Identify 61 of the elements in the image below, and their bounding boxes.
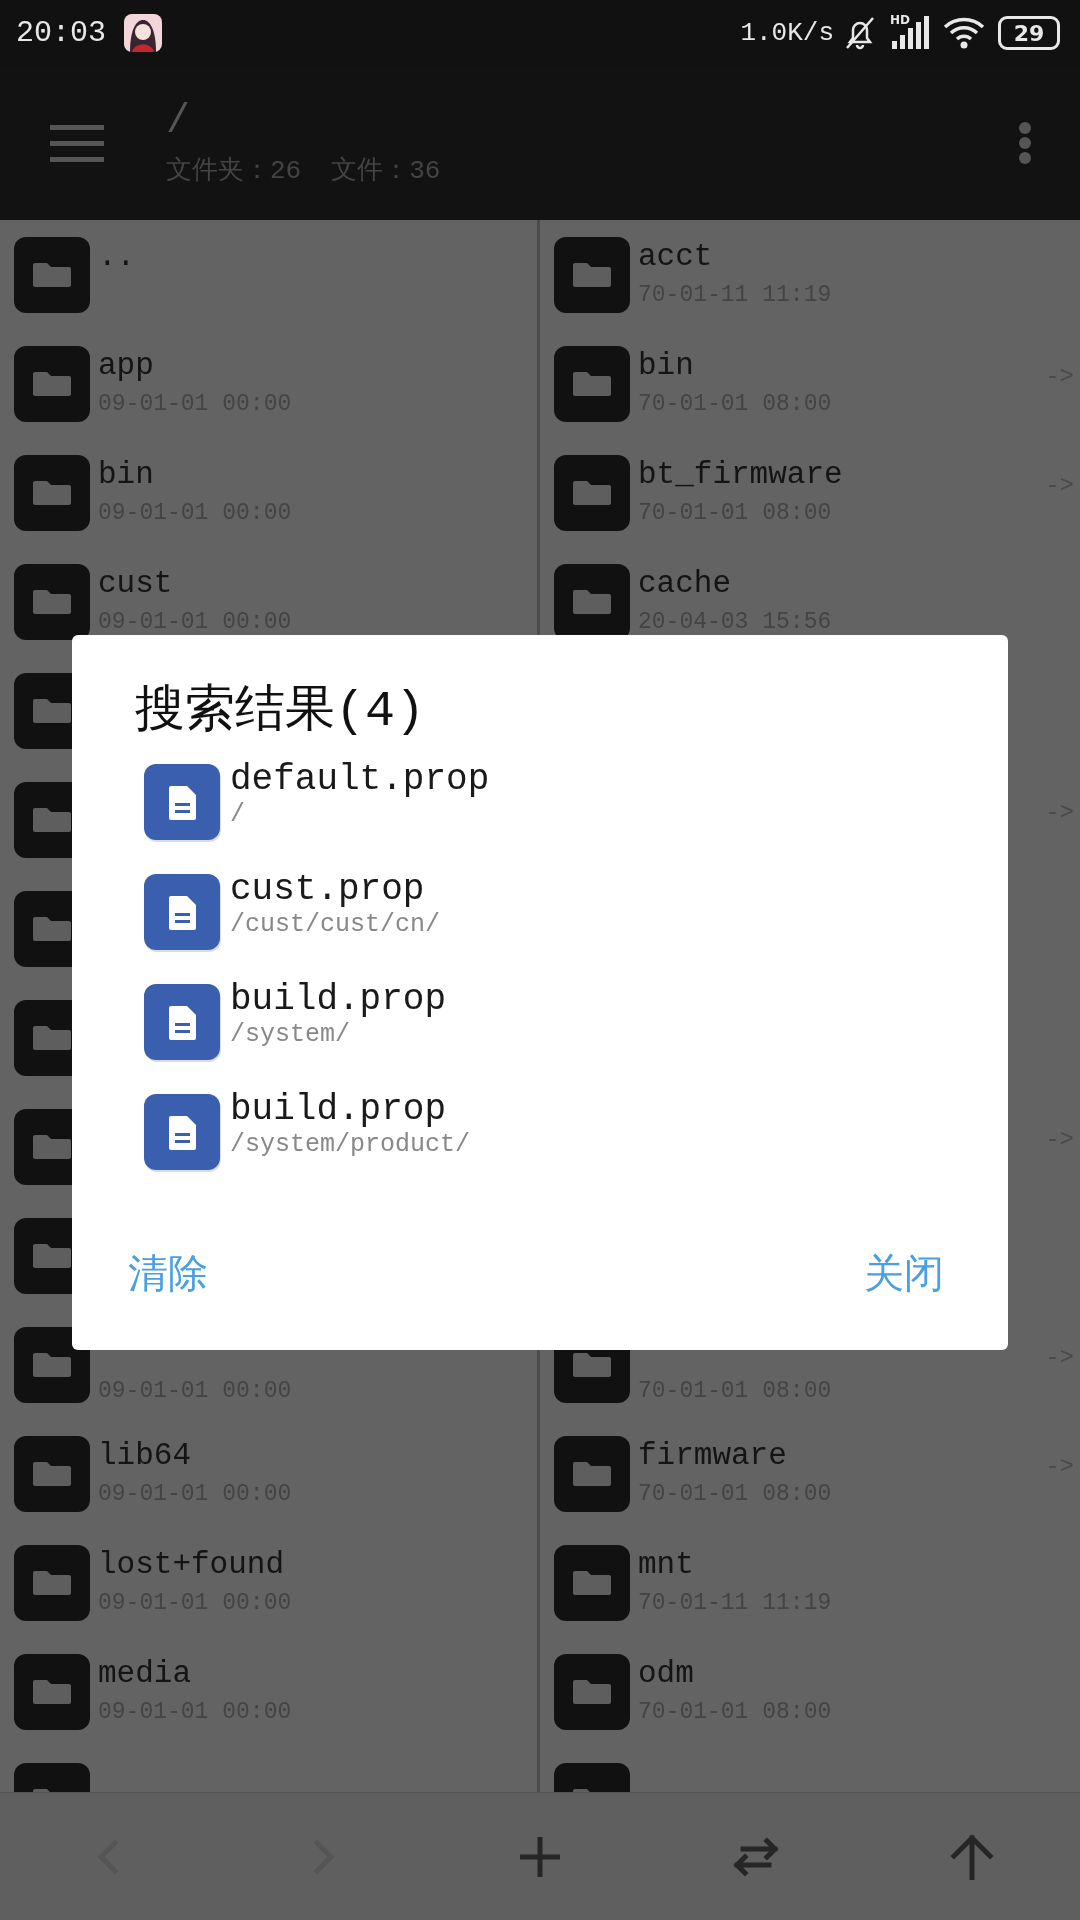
- signal-icon: [890, 15, 930, 51]
- clear-button[interactable]: 清除: [124, 1242, 212, 1305]
- result-path: /: [230, 800, 246, 830]
- link-arrow: ->: [1045, 1453, 1074, 1480]
- folder-icon: [14, 1654, 90, 1730]
- file-name[interactable]: bin: [638, 348, 832, 384]
- folder-icon: [554, 1654, 630, 1730]
- file-name[interactable]: lost+found: [98, 1547, 292, 1583]
- link-arrow: ->: [1045, 799, 1074, 826]
- close-button[interactable]: 关闭: [860, 1242, 948, 1305]
- file-name[interactable]: bin: [98, 457, 292, 493]
- link-arrow: ->: [1045, 1344, 1074, 1371]
- result-name[interactable]: build.prop: [230, 980, 447, 1020]
- result-name[interactable]: cust.prop: [230, 870, 441, 910]
- folder-icon: [14, 1545, 90, 1621]
- result-path: /system/: [230, 1020, 352, 1050]
- link-arrow: ->: [1045, 1126, 1074, 1153]
- folder-icon: [554, 1436, 630, 1512]
- link-arrow: ->: [1045, 472, 1074, 499]
- folder-icon: [14, 1436, 90, 1512]
- file-name[interactable]: bt_firmware: [638, 457, 843, 493]
- add-icon: [520, 1837, 560, 1877]
- dialog-title: 搜索结果(4): [135, 682, 426, 742]
- document-icon[interactable]: [144, 1094, 222, 1172]
- folder-icon: [554, 346, 630, 422]
- folder-icon: [554, 1545, 630, 1621]
- up-arrow-icon: [950, 1834, 994, 1880]
- result-name[interactable]: build.prop: [230, 1090, 471, 1130]
- app-icon: [124, 14, 162, 52]
- file-name[interactable]: acct: [638, 239, 832, 275]
- file-name[interactable]: ..: [98, 239, 136, 275]
- network-type: HD: [890, 13, 910, 27]
- folder-icon: [14, 455, 90, 531]
- result-name[interactable]: default.prop: [230, 760, 490, 800]
- folder-icon: [554, 237, 630, 313]
- result-path: /cust/cust/cn/: [230, 910, 441, 940]
- battery-level: 29: [998, 16, 1060, 50]
- file-name[interactable]: cust: [98, 566, 292, 602]
- menu-icon[interactable]: [50, 123, 104, 163]
- result-path: /system/product/: [230, 1130, 471, 1160]
- more-options-icon[interactable]: [1018, 121, 1032, 165]
- file-name[interactable]: cache: [638, 566, 832, 602]
- folder-icon: [14, 564, 90, 640]
- folder-icon: [14, 346, 90, 422]
- file-name[interactable]: mnt: [638, 1547, 832, 1583]
- current-path: /: [166, 99, 191, 144]
- clock: 20:03: [16, 16, 106, 50]
- document-icon[interactable]: [144, 764, 222, 842]
- file-name[interactable]: firmware: [638, 1438, 832, 1474]
- folder-icon: [14, 1327, 90, 1403]
- folder-icon: [554, 455, 630, 531]
- file-name[interactable]: media: [98, 1656, 292, 1692]
- link-arrow: ->: [1045, 363, 1074, 390]
- wifi-icon: [942, 15, 986, 51]
- file-name[interactable]: lib64: [98, 1438, 292, 1474]
- file-name[interactable]: odm: [638, 1656, 832, 1692]
- network-speed: 1.0K/s: [740, 18, 834, 48]
- folder-icon: [14, 237, 90, 313]
- document-icon[interactable]: [144, 984, 222, 1062]
- document-icon[interactable]: [144, 874, 222, 952]
- file-name[interactable]: app: [98, 348, 292, 384]
